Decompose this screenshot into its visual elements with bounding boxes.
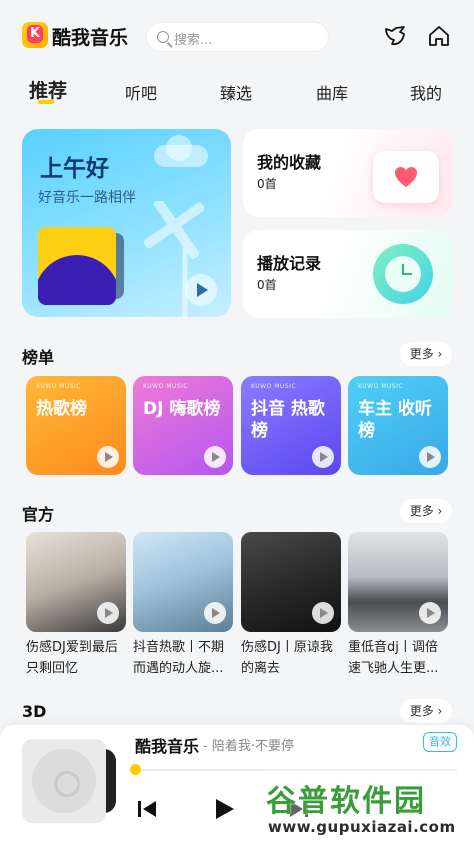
tab-recommend[interactable]: 推荐 <box>29 76 67 103</box>
three-d-more-button[interactable]: 更多 › <box>400 699 452 723</box>
heart-icon <box>395 167 417 187</box>
official-caption: 伤感DJ丨原谅我的离去 <box>241 640 333 676</box>
search-icon <box>157 31 169 43</box>
three-d-title: 3D <box>22 702 47 721</box>
tile-brand: KUWO MUSIC <box>251 383 297 390</box>
official-title: 官方 <box>22 505 55 524</box>
search-bar[interactable]: 搜索... <box>146 22 329 52</box>
search-placeholder: 搜索... <box>174 33 213 48</box>
watermark: 谷普软件园 www.gupuxiazai.com <box>262 770 472 842</box>
app-name: 酷我音乐 <box>52 27 129 49</box>
player-subtitle: - 陪着我·不要停 <box>203 739 294 754</box>
history-card[interactable]: 播放记录 0首 <box>243 230 452 318</box>
tile-brand: KUWO MUSIC <box>143 383 189 390</box>
official-caption: 重低音dj丨调倍速飞驰人生更... <box>348 640 439 676</box>
album-cover <box>38 227 116 305</box>
greeting-subtitle: 好音乐一路相伴 <box>38 190 136 206</box>
active-tab-indicator <box>38 100 54 104</box>
tab-zhenxuan[interactable]: 臻选 <box>220 80 252 104</box>
tab-tingba[interactable]: 听吧 <box>125 80 157 104</box>
tile-name: 车主 收听榜 <box>358 399 432 441</box>
app-logo <box>22 22 48 48</box>
official-cover <box>241 532 341 632</box>
favorites-title: 我的收藏 <box>257 153 322 172</box>
heart-icon-box <box>373 151 439 203</box>
official-item[interactable]: 伤感DJ爱到最后只剩回忆 <box>26 532 126 679</box>
tile-brand: KUWO MUSIC <box>358 383 404 390</box>
tab-library[interactable]: 曲库 <box>316 80 348 104</box>
rankings-more-button[interactable]: 更多 › <box>400 342 452 366</box>
play-button[interactable] <box>185 274 217 306</box>
favorites-card[interactable]: 我的收藏 0首 <box>243 129 452 217</box>
clock-icon <box>373 244 433 304</box>
official-more-button[interactable]: 更多 › <box>400 499 452 523</box>
rankings-title: 榜单 <box>22 348 55 367</box>
top-bar: 酷我音乐 搜索... <box>0 0 474 70</box>
tab-bar: 推荐 听吧 臻选 曲库 我的 <box>0 74 474 108</box>
play-icon[interactable] <box>204 602 226 624</box>
tile-name: DJ 嗨歌榜 <box>143 399 221 419</box>
ranking-tile[interactable]: KUWO MUSIC 热歌榜 <box>26 376 126 475</box>
windmill-decoration <box>143 201 205 317</box>
progress-knob[interactable] <box>130 764 141 775</box>
vinyl-icon <box>32 749 96 813</box>
cloud-decoration <box>154 135 208 167</box>
play-icon[interactable] <box>212 797 236 821</box>
official-cover <box>133 532 233 632</box>
tab-mine[interactable]: 我的 <box>410 80 442 104</box>
play-icon[interactable] <box>312 602 334 624</box>
tile-brand: KUWO MUSIC <box>36 383 82 390</box>
previous-icon[interactable] <box>136 799 158 819</box>
play-icon[interactable] <box>312 446 334 468</box>
official-caption: 抖音热歌丨不期而遇的动人旋... <box>133 640 225 676</box>
official-cover <box>26 532 126 632</box>
play-icon[interactable] <box>97 602 119 624</box>
play-icon[interactable] <box>204 446 226 468</box>
official-item[interactable]: 伤感DJ丨原谅我的离去 <box>241 532 341 679</box>
history-count: 0首 <box>257 278 277 292</box>
play-icon[interactable] <box>419 446 441 468</box>
ranking-tile[interactable]: KUWO MUSIC DJ 嗨歌榜 <box>133 376 233 475</box>
watermark-url: www.gupuxiazai.com <box>268 818 456 836</box>
bird-icon[interactable] <box>383 23 409 49</box>
ranking-tile[interactable]: KUWO MUSIC 抖音 热歌榜 <box>241 376 341 475</box>
official-item[interactable]: 重低音dj丨调倍速飞驰人生更... <box>348 532 448 679</box>
official-caption: 伤感DJ爱到最后只剩回忆 <box>26 640 118 676</box>
play-icon[interactable] <box>97 446 119 468</box>
greeting-card[interactable]: 上午好 好音乐一路相伴 <box>22 129 231 317</box>
ranking-tile[interactable]: KUWO MUSIC 车主 收听榜 <box>348 376 448 475</box>
play-icon[interactable] <box>419 602 441 624</box>
player-title: 酷我音乐 <box>135 737 200 756</box>
greeting-title: 上午好 <box>40 156 109 182</box>
home-icon[interactable] <box>426 23 452 49</box>
official-item[interactable]: 抖音热歌丨不期而遇的动人旋... <box>133 532 233 679</box>
tile-name: 抖音 热歌榜 <box>251 399 325 441</box>
watermark-text: 谷普软件园 <box>266 784 426 819</box>
tile-name: 热歌榜 <box>36 399 87 419</box>
sound-effect-button[interactable]: 音效 <box>423 732 457 752</box>
favorites-count: 0首 <box>257 177 277 191</box>
official-cover <box>348 532 448 632</box>
history-title: 播放记录 <box>257 254 322 273</box>
